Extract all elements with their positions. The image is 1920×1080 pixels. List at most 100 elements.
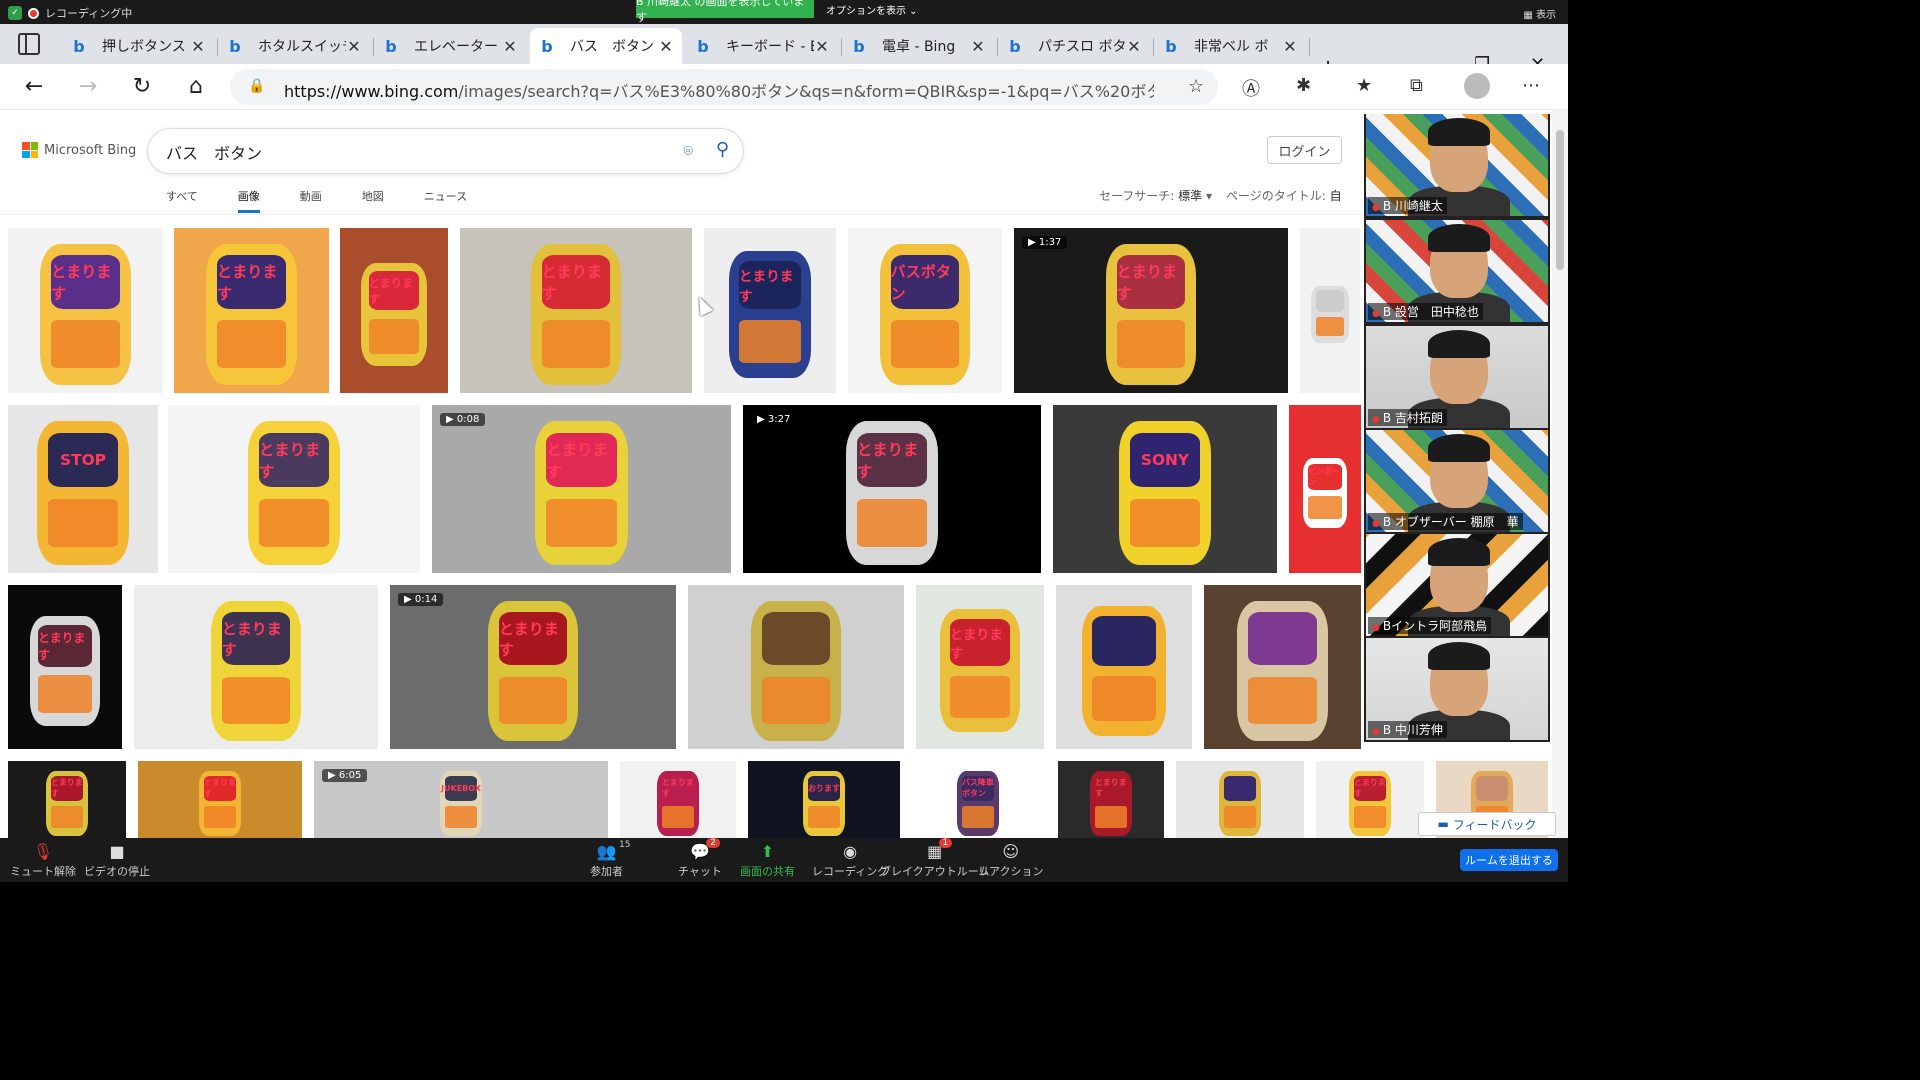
image-result[interactable]: バスボタン	[848, 228, 1002, 393]
image-result[interactable]	[1204, 585, 1361, 749]
image-result[interactable]: とまります	[916, 585, 1044, 749]
scrollbar-thumb[interactable]	[1556, 130, 1564, 270]
visual-search-icon[interactable]: ⌾	[683, 141, 693, 161]
mute-label: ミュート解除	[10, 865, 76, 878]
breakout-rooms-button[interactable]: ▦ 1 ブレイクアウトルーム	[880, 838, 989, 879]
collections-icon[interactable]: ⧉	[1410, 75, 1423, 96]
image-result[interactable]: とまります	[8, 585, 122, 749]
participants-button[interactable]: 👥 15 参加者	[590, 840, 631, 879]
image-result[interactable]	[1056, 585, 1192, 749]
close-tab-icon[interactable]: ✕	[814, 37, 830, 56]
reactions-button[interactable]: ☺ リアクション	[978, 842, 1043, 879]
browser-tab[interactable]: b パチスロ ボタ ✕	[998, 28, 1150, 64]
image-result[interactable]: とまります ▶ 1:37	[1014, 228, 1288, 393]
forward-icon[interactable]: →	[74, 74, 102, 99]
chat-button[interactable]: 💬 2 チャット	[678, 838, 722, 879]
image-result[interactable]: とまります ▶ 0:08	[432, 405, 731, 573]
image-result[interactable]: STOP	[8, 405, 158, 573]
image-result[interactable]: とまります	[1316, 761, 1424, 838]
close-tab-icon[interactable]: ✕	[970, 37, 986, 56]
participant-video[interactable]: ● B 川崎継太	[1366, 114, 1548, 216]
close-tab-icon[interactable]: ✕	[190, 37, 206, 56]
browser-tab[interactable]: b バス ボタン ✕	[530, 28, 682, 64]
close-tab-icon[interactable]: ✕	[1126, 37, 1142, 56]
home-icon[interactable]: ⌂	[182, 74, 210, 99]
search-input[interactable]: バス ボタン ⌾ ⚲	[148, 129, 743, 173]
participant-video[interactable]: ● B 吉村拓朗	[1366, 326, 1548, 428]
search-icon[interactable]: ⚲	[716, 139, 729, 160]
image-result[interactable]: とまります	[340, 228, 448, 393]
record-button[interactable]: ◉ レコーディング	[812, 842, 888, 879]
share-screen-button[interactable]: ⬆ 画面の共有	[740, 842, 795, 879]
image-result[interactable]: とまります	[704, 228, 836, 393]
video-button[interactable]: ■ ビデオの停止	[84, 842, 150, 879]
scope-tab[interactable]: すべて	[166, 188, 198, 213]
image-result[interactable]: ピンポーン	[1289, 405, 1361, 573]
extensions-icon[interactable]: ✱	[1296, 75, 1311, 96]
feedback-button[interactable]: ▬ フィードバック	[1418, 812, 1556, 836]
browser-tab[interactable]: b エレベーター ✕	[374, 28, 526, 64]
refresh-icon[interactable]: ↻	[128, 74, 156, 99]
image-result[interactable]: SONY	[1053, 405, 1277, 573]
participant-video[interactable]: ● B オブザーバー 棚原 華	[1366, 430, 1548, 532]
browser-tab[interactable]: b 非常ベル ボ ✕	[1154, 28, 1306, 64]
scope-tab[interactable]: ニュース	[424, 188, 467, 213]
browser-tab[interactable]: b キーボード - B ✕	[686, 28, 838, 64]
read-aloud-icon[interactable]: Ⓐ	[1242, 75, 1260, 101]
options-button[interactable]: オプションを表示 ⌄	[826, 2, 918, 17]
image-result[interactable]	[1176, 761, 1304, 838]
scope-tab[interactable]: 画像	[237, 188, 260, 213]
image-result[interactable]: とまります	[174, 228, 329, 393]
thumbnail-label: とまります	[498, 612, 568, 666]
leave-room-button[interactable]: ルームを退出する	[1460, 849, 1558, 871]
page-scrollbar[interactable]	[1552, 110, 1568, 838]
scope-tab[interactable]: 動画	[300, 188, 322, 213]
safesearch-filter[interactable]: セーフサーチ: 標準 ▾	[1099, 187, 1212, 204]
profile-avatar[interactable]	[1464, 73, 1490, 99]
close-tab-icon[interactable]: ✕	[658, 37, 674, 56]
thumbnail-label: とまります	[546, 432, 617, 488]
image-result[interactable]: おります	[748, 761, 900, 838]
bing-logo[interactable]: Microsoft Bing	[22, 142, 136, 158]
participant-video[interactable]: ● B 設営 田中稔也	[1366, 220, 1548, 322]
browser-tab[interactable]: b ホタルスイッチ✕	[218, 28, 370, 64]
image-result[interactable]	[688, 585, 904, 749]
add-favorite-icon[interactable]: ☆	[1188, 76, 1204, 97]
mute-button[interactable]: 🎙 ミュート解除	[10, 842, 76, 879]
view-button[interactable]: ▦ 表示	[1523, 6, 1556, 21]
back-icon[interactable]: ←	[20, 74, 48, 99]
image-result[interactable]: とまります	[620, 761, 736, 838]
image-result[interactable]: バス降車ボタン	[910, 761, 1046, 838]
image-result[interactable]: JUKEBOX ▶ 6:05	[314, 761, 608, 838]
sidebar-toggle-icon[interactable]	[18, 33, 40, 55]
image-result[interactable]: とまります	[8, 761, 126, 838]
image-result[interactable]: とまります	[8, 228, 163, 393]
image-result[interactable]: とまります	[1058, 761, 1164, 838]
address-bar[interactable]: 🔒 https://www.bing.com/images/search?q=バ…	[230, 69, 1218, 105]
browser-tab[interactable]: b 電卓 - Bing ✕	[842, 28, 994, 64]
more-icon[interactable]: ⋯	[1522, 75, 1540, 96]
image-result[interactable]: とまります ▶ 0:14	[390, 585, 676, 749]
close-tab-icon[interactable]: ✕	[1282, 37, 1298, 56]
favorites-icon[interactable]: ★	[1356, 75, 1372, 96]
image-result[interactable]: とまります	[168, 405, 420, 573]
participant-name: B 川崎継太	[1382, 199, 1443, 213]
close-tab-icon[interactable]: ✕	[346, 37, 362, 56]
image-result[interactable]: とまります	[134, 585, 378, 749]
participants-icon: 👥 15	[596, 840, 631, 861]
image-result[interactable]: とまります	[460, 228, 692, 393]
image-result[interactable]	[1300, 228, 1360, 393]
lock-icon[interactable]: 🔒	[248, 78, 265, 94]
close-tab-icon[interactable]: ✕	[502, 37, 518, 56]
login-button[interactable]: ログイン	[1267, 136, 1342, 164]
participant-video[interactable]: ● B 中川芳伸	[1366, 638, 1548, 740]
participant-video[interactable]: ● Bイントラ阿部飛鳥	[1366, 534, 1548, 636]
participant-gallery: ● B 川崎継太 ● B 設営 田中稔也 ● B 吉村拓朗 ● B オブザーバー 棚原 華 ● B…	[1364, 114, 1550, 742]
scope-tab[interactable]: 地図	[362, 188, 384, 213]
image-result[interactable]: とまります	[138, 761, 302, 838]
browser-tab[interactable]: b 押しボタンス ✕	[62, 28, 214, 64]
tab-title: 電卓 - Bing	[882, 39, 956, 55]
image-result[interactable]: とまります ▶ 3:27	[743, 405, 1041, 573]
page-title-filter[interactable]: ページのタイトル: 自	[1226, 187, 1342, 204]
bus-button-instructions-area	[221, 676, 291, 725]
